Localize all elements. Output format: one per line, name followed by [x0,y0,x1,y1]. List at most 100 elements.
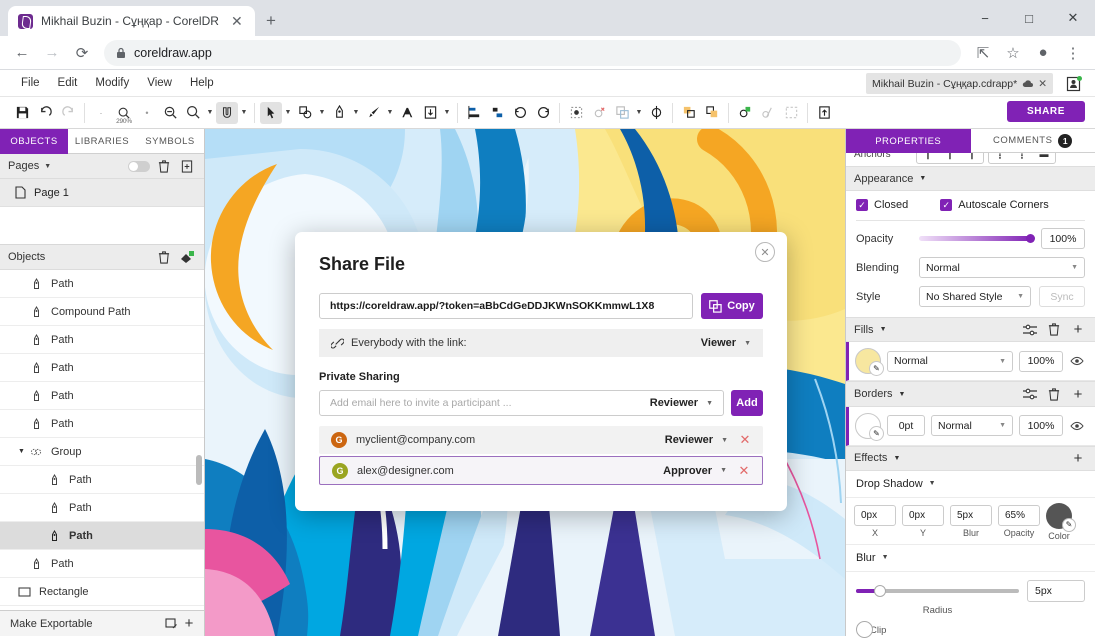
pages-caret-icon[interactable]: ▼ [44,163,51,170]
fills-delete-icon[interactable] [1045,321,1063,339]
pen-tool-icon[interactable] [328,102,350,124]
list-item[interactable]: Compound Path [0,298,204,326]
back-button[interactable]: ← [8,39,36,67]
browser-menu-icon[interactable]: ⋮ [1059,39,1087,67]
eyedropper-icon[interactable]: ✎ [1062,518,1076,532]
pen-tool-caret-icon[interactable]: ▼ [351,102,361,124]
fill-opacity-value[interactable]: 100% [1019,351,1063,372]
transform-caret-icon[interactable]: ▼ [634,102,644,124]
blur-caret-icon[interactable]: ▼ [882,554,889,561]
list-item[interactable]: Path [0,326,204,354]
invite-role-dropdown[interactable]: Reviewer ▼ [650,397,713,409]
participant-row-selected[interactable]: G alex@designer.com Approver ▼ ✕ [319,456,763,485]
tab-properties[interactable]: PROPERTIES [846,129,971,153]
list-item[interactable]: Path [0,354,204,382]
group-selection-icon[interactable] [565,102,587,124]
shadow-x-input[interactable]: 0px [854,505,896,526]
appearance-section-header[interactable]: Appearance ▼ [846,166,1095,191]
snap-dropdown-caret-icon[interactable]: ▼ [239,102,249,124]
add-export-icon[interactable]: + [180,615,198,633]
style-select[interactable]: No Shared Style ▼ [919,286,1031,307]
group-disclosure-icon[interactable]: ▼ [18,448,25,455]
delete-page-icon[interactable] [155,157,173,175]
snap-magnet-icon[interactable] [216,102,238,124]
share-page-icon[interactable]: ⇱ [969,39,997,67]
list-item[interactable]: Path [0,494,204,522]
shape-tool-icon[interactable] [294,102,316,124]
zoom-out-icon[interactable] [159,102,181,124]
opacity-slider[interactable] [919,236,1033,241]
blur-effect-header[interactable]: Blur ▼ [846,544,1095,572]
participant-row[interactable]: G myclient@company.com Reviewer ▼ ✕ [319,426,763,454]
appearance-caret-icon[interactable]: ▼ [919,175,926,182]
weld-icon[interactable] [678,102,700,124]
import-tool-caret-icon[interactable]: ▼ [442,102,452,124]
copy-button[interactable]: Copy [701,293,763,319]
blending-select[interactable]: Normal ▼ [919,257,1085,278]
reload-button[interactable]: ⟳ [68,39,96,67]
anchor-center-icon[interactable]: ┃ [939,153,961,163]
fill-blend-select[interactable]: Normal ▼ [887,351,1013,372]
import-tool-icon[interactable] [419,102,441,124]
fills-caret-icon[interactable]: ▼ [880,326,887,333]
anchor-distribute-group[interactable]: ┋ ┋ ▬ [988,153,1056,164]
undo-icon[interactable] [34,102,56,124]
save-icon[interactable] [11,102,33,124]
select-tool-caret-icon[interactable]: ▼ [283,102,293,124]
borders-settings-icon[interactable] [1021,385,1039,403]
border-blend-select[interactable]: Normal ▼ [931,415,1013,436]
brush-tool-caret-icon[interactable]: ▼ [385,102,395,124]
shadow-opacity-input[interactable]: 65% [998,505,1040,526]
effects-caret-icon[interactable]: ▼ [893,455,900,462]
share-button[interactable]: SHARE [1007,101,1085,122]
add-participant-button[interactable]: Add [731,390,763,416]
shadow-y-input[interactable]: 0px [902,505,944,526]
window-close-button[interactable]: ✕ [1051,1,1095,35]
anchor-right-icon[interactable]: ┃ [961,153,983,163]
effects-add-icon[interactable]: + [1069,449,1087,467]
address-bar[interactable]: coreldraw.app [104,40,961,66]
add-object-icon[interactable] [178,248,196,266]
participant-role-dropdown[interactable]: Reviewer ▼ [665,434,728,446]
brush-tool-icon[interactable] [362,102,384,124]
shadow-blur-input[interactable]: 5px [950,505,992,526]
combine-icon[interactable] [734,102,756,124]
pages-visibility-toggle[interactable] [128,161,150,172]
border-color-swatch[interactable]: ✎ [855,413,881,439]
eyedropper-icon[interactable]: ✎ [869,361,884,376]
distribute-icon[interactable] [486,102,508,124]
list-item[interactable]: Path [0,466,204,494]
rotate-cw-icon[interactable] [532,102,554,124]
fill-color-swatch[interactable]: ✎ [855,348,881,374]
menu-modify[interactable]: Modify [86,74,138,92]
anchor-middle-icon[interactable]: ┋ [1011,153,1033,163]
effects-section-header[interactable]: Effects ▼ + [846,446,1095,471]
border-item[interactable]: ✎ 0pt Normal ▼ 100% [846,407,1095,446]
align-icon[interactable] [463,102,485,124]
zoom-level-control[interactable]: 290% [113,102,135,124]
tab-symbols[interactable]: SYMBOLS [136,129,204,154]
tab-libraries[interactable]: LIBRARIES [68,129,136,154]
drop-shadow-caret-icon[interactable]: ▼ [929,480,936,487]
borders-section-header[interactable]: Borders ▼ + [846,381,1095,406]
profile-avatar-icon[interactable]: ● [1029,39,1057,67]
menu-view[interactable]: View [138,74,181,92]
objects-scrollbar[interactable] [196,455,202,485]
fill-item[interactable]: ✎ Normal ▼ 100% [846,342,1095,381]
opacity-value[interactable]: 100% [1041,228,1085,249]
export-settings-icon[interactable] [162,615,180,633]
add-page-icon[interactable] [178,157,196,175]
link-role-dropdown[interactable]: Viewer ▼ [701,337,751,349]
document-tab-close-icon[interactable]: ✕ [1038,78,1047,90]
collaborators-icon[interactable] [1063,73,1085,94]
dialog-close-icon[interactable]: ✕ [755,242,775,262]
zoom-dropdown-caret-icon[interactable]: ▼ [205,102,215,124]
closed-checkbox[interactable]: ✓ Closed [856,199,908,211]
tab-comments[interactable]: COMMENTS 1 [971,129,1095,153]
participant-role-dropdown[interactable]: Approver ▼ [663,465,727,477]
list-item-selected[interactable]: Path [0,522,204,550]
list-item[interactable]: Path [0,382,204,410]
flip-icon[interactable] [645,102,667,124]
border-opacity-value[interactable]: 100% [1019,415,1063,436]
zoom-slider-right-icon[interactable]: • [136,102,158,124]
